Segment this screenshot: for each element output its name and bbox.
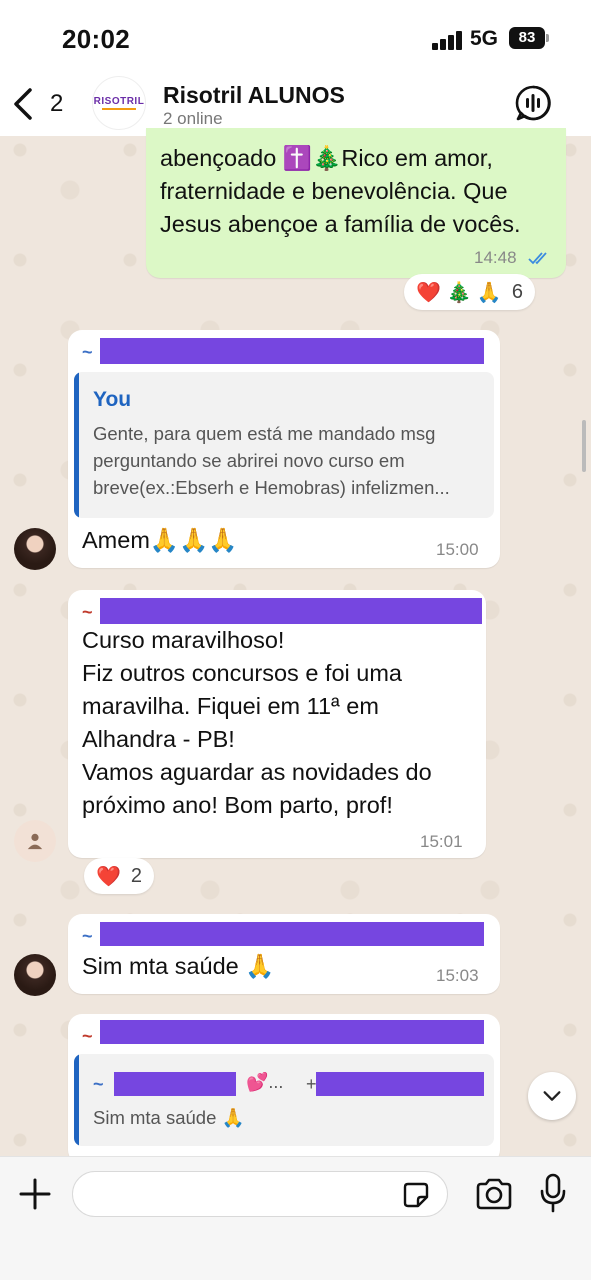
battery-icon: 83: [509, 27, 545, 49]
group-name[interactable]: Risotril ALUNOS: [163, 82, 345, 109]
sender-prefix: ~: [82, 342, 93, 362]
reaction-emojis: ❤️ 🎄 🙏: [416, 281, 502, 304]
message-bubble-incoming[interactable]: ~ Curso maravilhoso! Fiz outros concurso…: [68, 590, 486, 858]
mic-icon[interactable]: [538, 1173, 568, 1213]
quote-author: You: [93, 388, 132, 411]
reaction-emojis: ❤️: [96, 865, 121, 888]
voice-chat-icon[interactable]: [514, 84, 552, 122]
sticker-icon[interactable]: [402, 1181, 430, 1209]
sender-prefix: ~: [82, 602, 93, 622]
reaction-bar[interactable]: ❤️ 2: [84, 858, 155, 894]
logo-underline: [102, 108, 136, 110]
redacted-sender-name: [100, 1020, 484, 1044]
message-bubble-outgoing[interactable]: abençoado ✝️🎄Rico em amor, fraternidade …: [146, 128, 566, 278]
online-status: 2 online: [163, 109, 223, 128]
battery-tip: [546, 34, 549, 42]
message-text: Curso maravilhoso! Fiz outros concursos …: [82, 627, 432, 818]
sender-prefix: ~: [82, 1026, 93, 1046]
camera-icon[interactable]: [475, 1177, 513, 1211]
reaction-count: 6: [511, 280, 523, 303]
message-time: 14:48: [474, 248, 517, 267]
scroll-indicator[interactable]: [582, 420, 586, 472]
reaction-count: 2: [130, 864, 143, 887]
quote-text: Gente, para quem está me mandado msg per…: [93, 423, 450, 498]
plus-icon[interactable]: [18, 1177, 52, 1211]
message-text: Amem🙏🙏🙏: [82, 527, 238, 553]
message-time: 15:01: [420, 832, 463, 851]
reaction-bar[interactable]: ❤️ 🎄 🙏 6: [404, 274, 535, 310]
quote-plus: +: [306, 1074, 317, 1094]
sender-avatar[interactable]: [14, 954, 56, 996]
quoted-message[interactable]: You Gente, para quem está me mandado msg…: [74, 372, 494, 518]
message-input[interactable]: [72, 1171, 448, 1217]
back-button[interactable]: 2: [10, 82, 63, 126]
status-time: 20:02: [62, 24, 130, 54]
message-bubble-incoming[interactable]: ~ You Gente, para quem está me mandado m…: [68, 330, 500, 568]
chat-header: 2 RISOTRIL Risotril ALUNOS 2 online: [0, 72, 591, 136]
scroll-to-bottom-button[interactable]: [528, 1072, 576, 1120]
message-text: abençoado ✝️🎄Rico em amor, fraternidade …: [160, 145, 521, 237]
sender-avatar[interactable]: [14, 820, 56, 862]
quote-sender-prefix: ~: [93, 1074, 104, 1094]
message-text: Sim mta saúde 🙏: [82, 953, 275, 979]
unread-count: 2: [50, 90, 64, 117]
message-time: 15:03: [436, 966, 479, 985]
message-bubble-incoming[interactable]: ~ Sim mta saúde 🙏 15:03: [68, 914, 500, 994]
quote-bar: [74, 372, 79, 518]
quote-author-emoji: 💕...: [246, 1072, 284, 1092]
quote-text: Sim mta saúde 🙏: [93, 1107, 245, 1128]
redacted-quote-author: [114, 1072, 236, 1096]
message-bubble-incoming[interactable]: ~ ~ 💕... + Sim mta saúde 🙏: [68, 1014, 500, 1164]
sender-avatar[interactable]: [14, 528, 56, 570]
quote-bar: [74, 1054, 79, 1146]
group-avatar[interactable]: RISOTRIL: [92, 76, 146, 130]
chevron-down-icon: [543, 1091, 561, 1101]
user-placeholder-icon: [27, 833, 43, 850]
cell-signal-icon: [432, 30, 464, 50]
check-double-icon: [528, 252, 547, 265]
group-logo: RISOTRIL: [93, 96, 145, 107]
redacted-sender-name: [100, 922, 484, 946]
redacted-sender-name: [100, 598, 482, 624]
sender-prefix: ~: [82, 926, 93, 946]
composer-bar: [0, 1156, 591, 1280]
network-label: 5G: [470, 27, 499, 50]
message-time: 15:00: [436, 540, 479, 559]
quoted-message[interactable]: ~ 💕... + Sim mta saúde 🙏: [74, 1054, 494, 1146]
status-bar: 20:02 5G 83: [0, 0, 591, 78]
redacted-sender-name: [100, 338, 484, 364]
back-chevron-icon: [14, 88, 32, 120]
redacted-phone-number: [316, 1072, 484, 1096]
